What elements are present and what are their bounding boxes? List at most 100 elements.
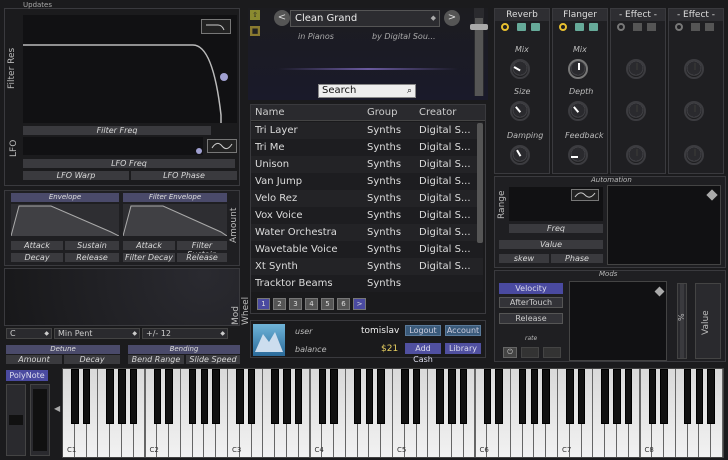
col-group[interactable]: Group <box>367 105 397 121</box>
effect-slot-4-title[interactable]: - Effect - <box>669 9 723 21</box>
page-button[interactable]: 2 <box>273 298 286 310</box>
black-key[interactable] <box>129 369 138 424</box>
black-key[interactable] <box>200 369 209 424</box>
black-key[interactable] <box>530 369 539 424</box>
black-key[interactable] <box>365 369 374 424</box>
scale-select[interactable]: Min Pent ◆ <box>54 328 140 339</box>
col-creator[interactable]: Creator <box>419 105 456 121</box>
reverb-damping-knob[interactable] <box>510 145 530 165</box>
range-select[interactable]: +/- 12 ◆ <box>142 328 228 339</box>
table-row[interactable]: Wavetable Voice Synths Digital S... <box>251 241 483 258</box>
flanger-feedback-knob[interactable] <box>568 145 588 165</box>
black-key[interactable] <box>624 369 633 424</box>
table-row[interactable]: Water Orchestra Synths Digital S... <box>251 224 483 241</box>
black-key[interactable] <box>318 369 327 424</box>
mods-power-icon[interactable]: ⏻ <box>503 347 517 358</box>
black-key[interactable] <box>577 369 586 424</box>
lfo-freq-slider[interactable]: LFO Freq <box>23 159 235 168</box>
black-key[interactable] <box>566 369 574 424</box>
table-row[interactable]: Xt Synth Synths Digital S... <box>251 258 483 275</box>
preset-name-select[interactable]: Clean Grand ◆ <box>290 10 440 27</box>
aftertouch-button[interactable]: AfterTouch <box>499 297 563 308</box>
filter-type-button[interactable] <box>201 19 231 34</box>
slot3-knob-1[interactable] <box>626 59 646 79</box>
page-button[interactable]: 4 <box>305 298 318 310</box>
black-key[interactable] <box>495 369 503 424</box>
page-button[interactable]: 5 <box>321 298 334 310</box>
flanger-mix-knob[interactable] <box>568 59 588 79</box>
reverb-mix-knob[interactable] <box>510 59 530 79</box>
black-key[interactable] <box>377 369 385 424</box>
slot4-edit-icon[interactable] <box>691 23 700 31</box>
black-key[interactable] <box>71 369 79 424</box>
slide-speed-slider[interactable]: Slide Speed <box>186 355 240 364</box>
black-key[interactable] <box>483 369 492 424</box>
black-key[interactable] <box>283 369 291 424</box>
search-field[interactable]: Search ⌕ <box>318 84 416 98</box>
effect-slot-3-title[interactable]: - Effect - <box>611 9 665 21</box>
slot3-knob-3[interactable] <box>626 145 646 165</box>
release-mod-button[interactable]: Release <box>499 313 563 324</box>
master-volume-slider[interactable] <box>470 8 488 96</box>
table-row[interactable]: Tracktor Beams Synths <box>251 275 483 292</box>
automation-phase-slider[interactable]: Phase <box>551 254 603 263</box>
black-key[interactable] <box>353 369 362 424</box>
polynote-button[interactable]: PolyNote <box>6 370 48 381</box>
reverb-window-icon[interactable] <box>531 23 540 31</box>
black-key[interactable] <box>648 369 657 424</box>
lfo-display[interactable] <box>23 137 203 155</box>
slot4-power-icon[interactable] <box>675 23 683 31</box>
table-row[interactable]: Velo Rez Synths Digital S... <box>251 190 483 207</box>
lock-icon[interactable]: ■ <box>250 26 260 36</box>
page-button[interactable]: 3 <box>289 298 302 310</box>
black-key[interactable] <box>153 369 162 424</box>
black-key[interactable] <box>683 369 692 424</box>
velocity-button[interactable]: Velocity <box>499 283 563 294</box>
mods-option-3[interactable] <box>543 347 561 358</box>
lfo-shape-button[interactable] <box>207 139 237 153</box>
table-row[interactable]: Unison Synths Digital S... <box>251 156 483 173</box>
table-row[interactable]: Van Jump Synths Digital S... <box>251 173 483 190</box>
table-row[interactable]: Tri Layer Synths Digital S... <box>251 122 483 139</box>
decay-slider[interactable]: Decay <box>11 253 63 262</box>
black-key[interactable] <box>707 369 715 424</box>
library-button[interactable]: Library <box>445 343 481 354</box>
black-key[interactable] <box>448 369 456 424</box>
pitch-wheel[interactable] <box>6 384 26 456</box>
table-scrollbar[interactable] <box>477 123 483 243</box>
black-key[interactable] <box>247 369 256 424</box>
mods-pad-handle[interactable] <box>654 286 665 297</box>
slot4-knob-3[interactable] <box>684 145 704 165</box>
table-row[interactable]: Tri Me Synths Digital S... <box>251 139 483 156</box>
black-key[interactable] <box>401 369 409 424</box>
sustain-slider[interactable]: Sustain <box>65 241 119 250</box>
mods-option-2[interactable] <box>521 347 539 358</box>
slot3-knob-2[interactable] <box>626 101 646 121</box>
filter-release-slider[interactable]: Release <box>177 253 227 262</box>
detune-amount-slider[interactable]: Amount <box>6 355 62 364</box>
black-key[interactable] <box>613 369 621 424</box>
filter-display[interactable] <box>23 15 237 123</box>
automation-shape-button[interactable] <box>571 189 599 201</box>
account-button[interactable]: Account <box>445 325 481 336</box>
slot3-power-icon[interactable] <box>617 23 625 31</box>
black-key[interactable] <box>518 369 527 424</box>
black-key[interactable] <box>436 369 444 424</box>
black-key[interactable] <box>106 369 114 424</box>
lfo-phase-slider[interactable]: LFO Phase <box>131 171 237 180</box>
save-icon[interactable]: ⇧ <box>250 10 260 20</box>
automation-xy-pad[interactable] <box>607 185 721 265</box>
root-note-select[interactable]: C ◆ <box>6 328 52 339</box>
mod-wheel-panel[interactable]: Mod Wheel <box>4 268 251 326</box>
logout-button[interactable]: Logout <box>405 325 441 336</box>
master-volume-handle[interactable] <box>470 24 488 30</box>
black-key[interactable] <box>459 369 468 424</box>
col-name[interactable]: Name <box>255 105 285 121</box>
table-row[interactable]: Vox Voice Synths Digital S... <box>251 207 483 224</box>
filter-freq-slider[interactable]: Filter Freq <box>23 126 211 135</box>
black-key[interactable] <box>118 369 126 424</box>
black-key[interactable] <box>601 369 609 424</box>
page-button[interactable]: 1 <box>257 298 270 310</box>
black-key[interactable] <box>695 369 704 424</box>
lfo-warp-slider[interactable]: LFO Warp <box>23 171 129 180</box>
